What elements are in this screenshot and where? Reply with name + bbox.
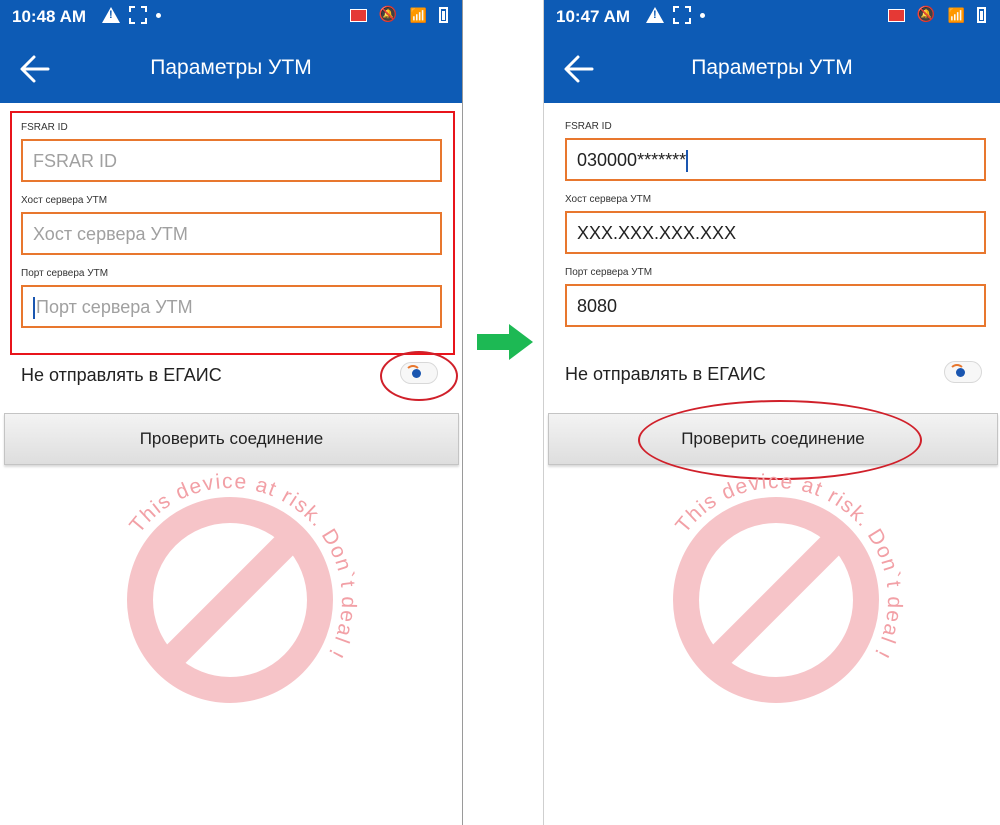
status-time: 10:47 AM <box>556 7 631 26</box>
no-egais-label: Не отправлять в ЕГАИС <box>21 365 222 385</box>
utm-port-label: Порт сервера УТМ <box>565 267 653 278</box>
notification-dot-icon <box>700 12 705 18</box>
risk-watermark: This device at risk. Don`t deal ! <box>125 470 359 703</box>
warning-icon <box>646 7 664 23</box>
cast-icon <box>887 8 905 22</box>
text-caret <box>686 150 689 173</box>
page-title: Параметры УТМ <box>150 56 312 79</box>
check-connection-button[interactable]: Проверить соединение <box>4 413 459 465</box>
bell-off-icon: 🔕 <box>378 6 398 23</box>
highlight-ellipse <box>638 400 922 480</box>
scanner-icon <box>673 6 691 24</box>
status-bar: 10:47 AM 🔕 📶 <box>544 0 1000 34</box>
screen-after: 10:47 AM 🔕 📶 Параметры УТМ FSRAR ID 0300… <box>543 0 1000 825</box>
utm-port-input[interactable]: 8080 <box>565 284 986 327</box>
no-egais-label: Не отправлять в ЕГАИС <box>565 364 766 384</box>
scanner-icon <box>129 6 147 24</box>
utm-host-label: Хост сервера УТМ <box>565 194 652 205</box>
battery-icon <box>439 7 448 23</box>
app-bar: Параметры УТМ <box>0 34 462 103</box>
status-time: 10:48 AM <box>12 7 87 26</box>
toggle-knob <box>956 368 965 377</box>
transition-arrow-icon <box>477 324 533 360</box>
cast-icon <box>349 8 367 22</box>
wifi-icon: 📶 <box>409 7 427 23</box>
wifi-icon: 📶 <box>947 7 965 23</box>
warning-icon <box>102 7 120 23</box>
utm-host-input[interactable]: XXX.XXX.XXX.XXX <box>565 211 986 254</box>
notification-dot-icon <box>156 12 161 18</box>
no-egais-toggle[interactable] <box>944 361 982 383</box>
bell-off-icon: 🔕 <box>916 6 936 23</box>
app-bar: Параметры УТМ <box>544 34 1000 103</box>
screen-before: 10:48 AM 🔕 📶 Параметры УТМ FSRAR ID FSRA… <box>0 0 463 825</box>
risk-watermark: This device at risk. Don`t deal ! <box>671 470 905 703</box>
battery-icon <box>977 7 986 23</box>
fsrar-id-label: FSRAR ID <box>565 121 612 132</box>
status-bar: 10:48 AM 🔕 📶 <box>0 0 462 34</box>
highlight-ellipse <box>380 351 458 401</box>
page-title: Параметры УТМ <box>691 56 853 79</box>
highlight-frame <box>10 111 455 355</box>
fsrar-id-input[interactable]: 030000******* <box>565 138 986 181</box>
fsrar-id-value: 030000******* <box>577 150 687 170</box>
